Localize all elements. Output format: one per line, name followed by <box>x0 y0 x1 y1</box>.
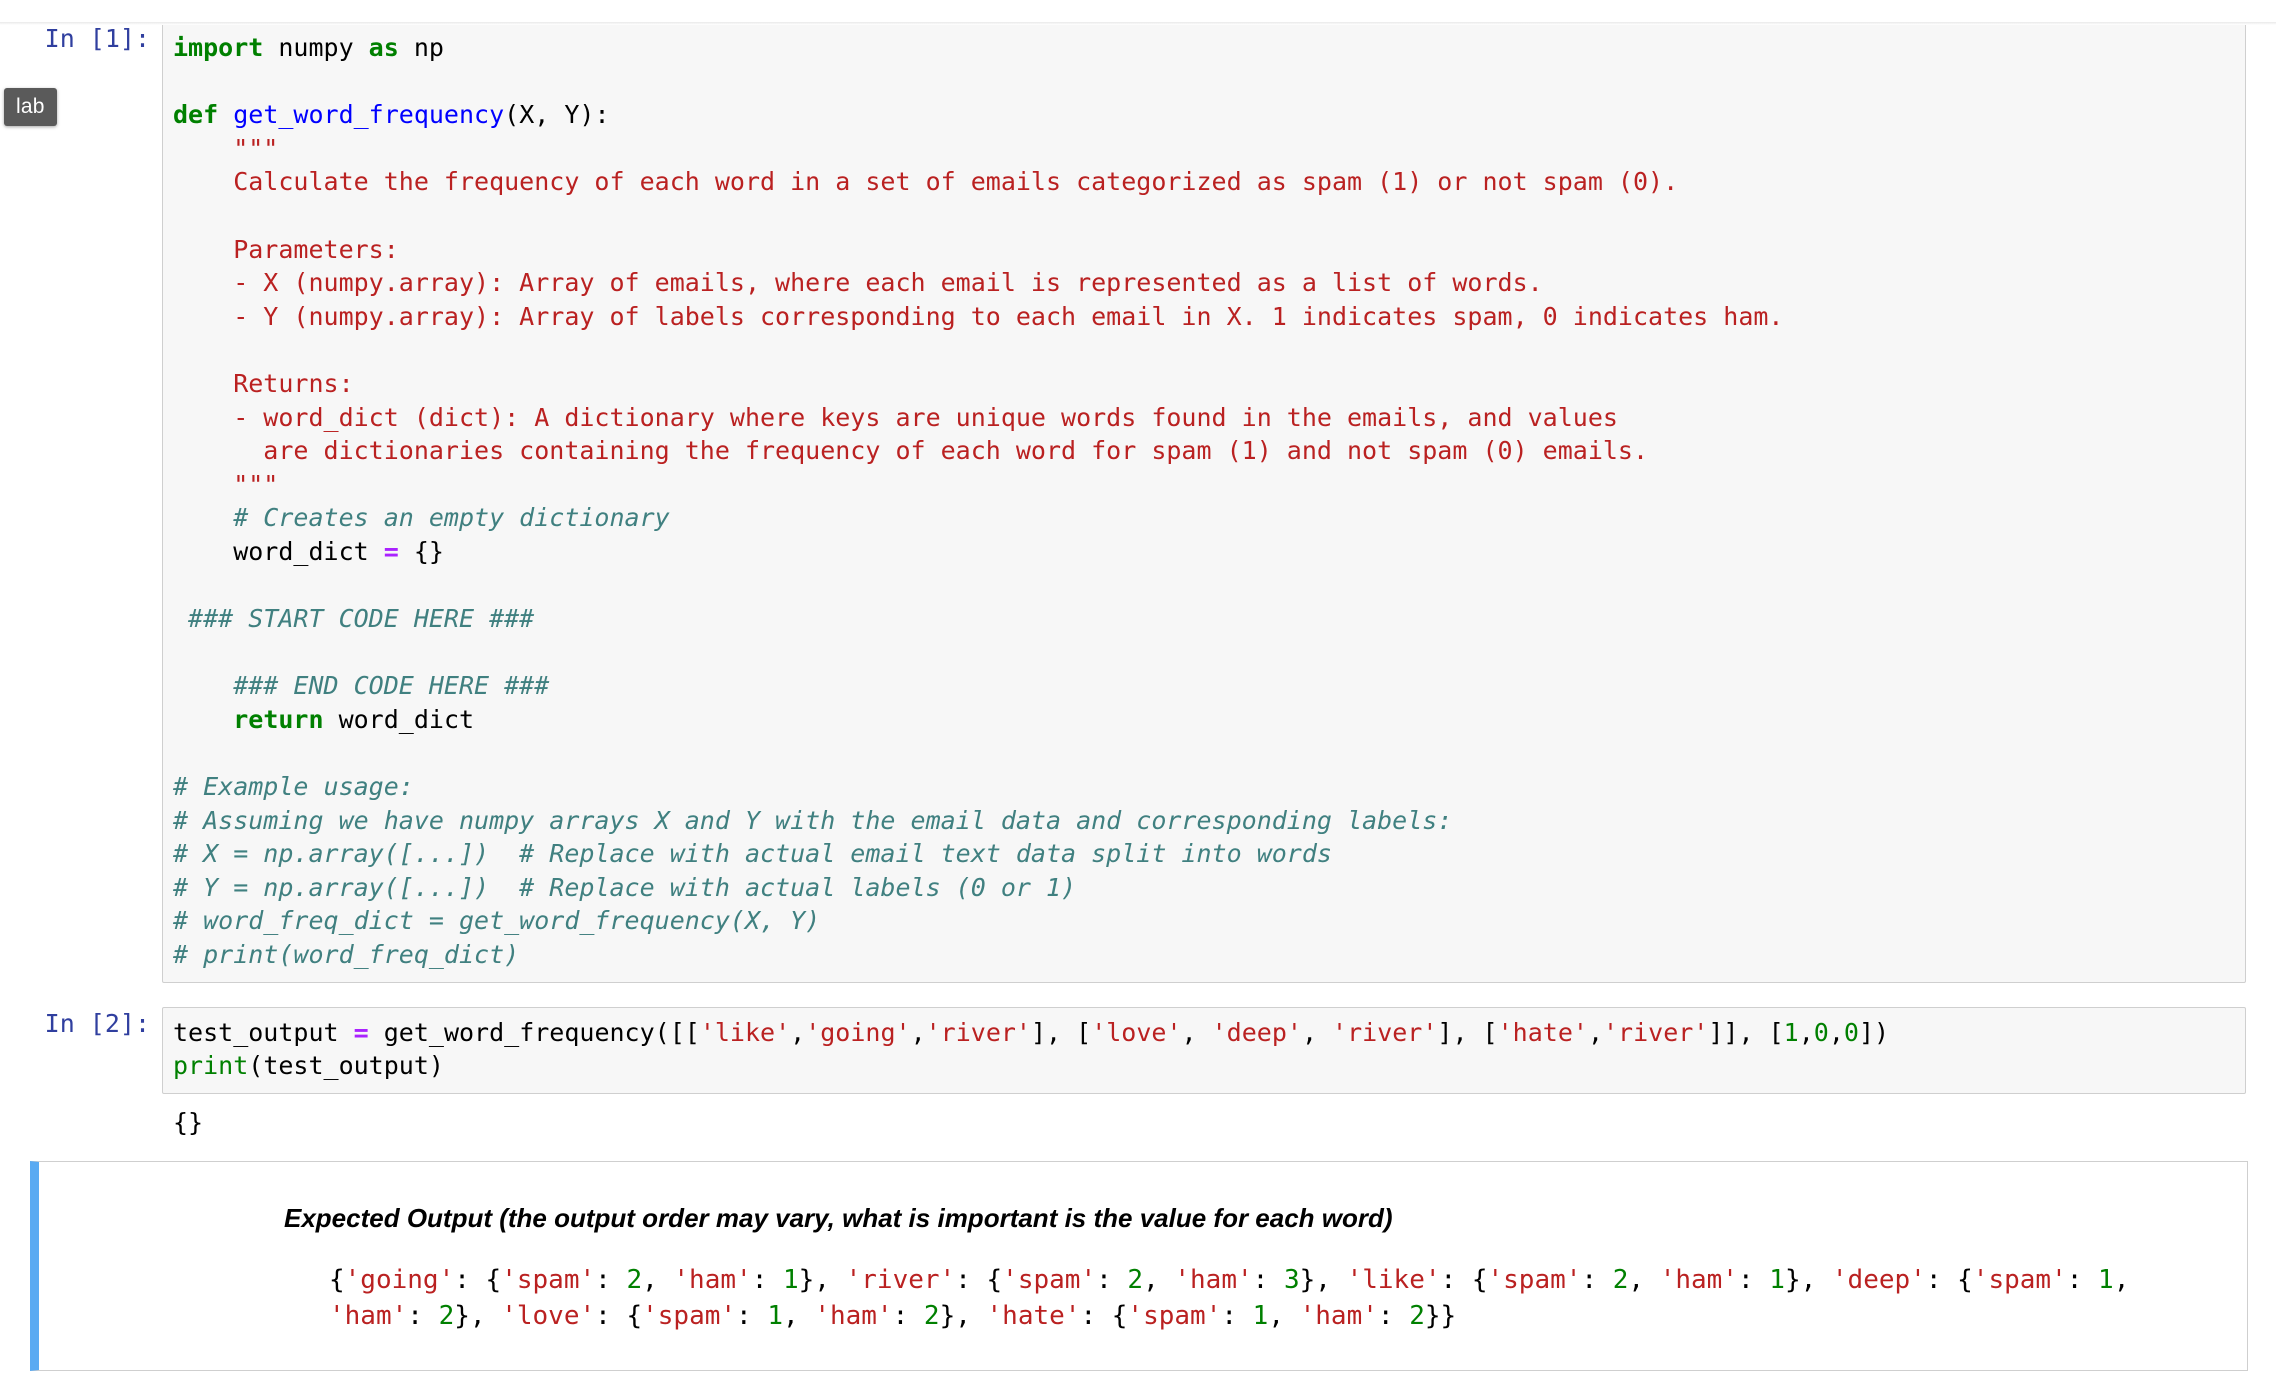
notebook-scroll-area[interactable]: lab In [1]: import numpy as np def get_w… <box>0 22 2276 1392</box>
source-code-1: import numpy as np def get_word_frequenc… <box>173 33 1784 970</box>
output-area-2: {} <box>162 1094 2246 1140</box>
code-cell-2-body: test_output = get_word_frequency([['like… <box>162 1006 2246 1140</box>
source-code-2: test_output = get_word_frequency([['like… <box>173 1017 1890 1081</box>
markdown-content: Expected Output (the output order may va… <box>39 1202 2247 1334</box>
markdown-cell-expected-output[interactable]: Expected Output (the output order may va… <box>30 1161 2248 1372</box>
code-cell-1-body: import numpy as np def get_word_frequenc… <box>162 22 2246 983</box>
input-prompt-2: In [2]: <box>44 1008 150 1038</box>
code-editor-1[interactable]: import numpy as np def get_word_frequenc… <box>162 22 2246 983</box>
expected-output-heading: Expected Output (the output order may va… <box>284 1203 1393 1234</box>
code-editor-2[interactable]: test_output = get_word_frequency([['like… <box>162 1006 2246 1094</box>
input-prompt-1: In [1]: <box>44 24 150 53</box>
expected-output-code: {'going': {'spam': 2, 'ham': 1}, 'river'… <box>329 1265 2145 1332</box>
top-divider <box>0 22 2276 25</box>
lab-tooltip-badge: lab <box>4 88 57 126</box>
code-cell-1[interactable]: In [1]: import numpy as np def get_word_… <box>0 22 2276 983</box>
code-cell-2[interactable]: In [2]: test_output = get_word_frequency… <box>0 1006 2276 1140</box>
stdout-text: {} <box>173 1107 204 1137</box>
